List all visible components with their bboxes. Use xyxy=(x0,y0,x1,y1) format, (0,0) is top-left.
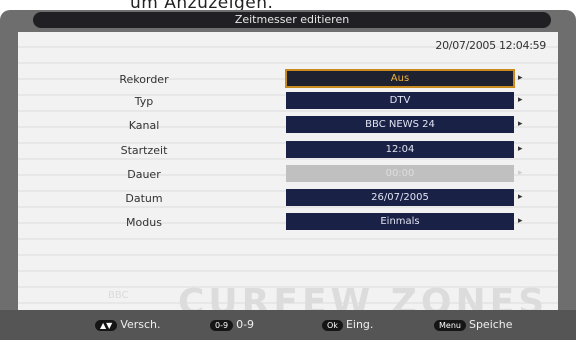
row-datum[interactable]: Datum 26/07/2005 ▸ xyxy=(18,189,558,209)
typ-label: Typ xyxy=(134,95,154,108)
hint-digits: 0-9 0-9 xyxy=(210,318,254,331)
hint-move-label: Versch. xyxy=(120,318,161,331)
modus-label: Modus xyxy=(126,216,162,229)
row-kanal[interactable]: Kanal BBC NEWS 24 ▸ xyxy=(18,116,558,136)
watermark-small: BBC xyxy=(108,290,129,301)
typ-value[interactable]: DTV xyxy=(286,92,514,109)
hint-menu-label: Speiche xyxy=(468,318,513,331)
timer-edit-panel: BBC CURFEW ZONES 20/07/2005 12:04:59 Rek… xyxy=(18,32,558,323)
right-arrow-icon[interactable]: ▸ xyxy=(518,95,523,105)
dauer-value: 00:00 xyxy=(286,165,514,182)
startzeit-label: Startzeit xyxy=(120,144,168,157)
hint-ok-label: Eing. xyxy=(345,318,374,331)
right-arrow-icon[interactable]: ▸ xyxy=(518,192,523,202)
page-title: Zeitmesser editieren xyxy=(234,13,350,26)
hint-menu: Menu Speiche xyxy=(434,318,513,331)
rekorder-label: Rekorder xyxy=(119,73,169,86)
tv-screen: Zeitmesser editieren BBC CURFEW ZONES 20… xyxy=(0,10,576,340)
kanal-value[interactable]: BBC NEWS 24 xyxy=(286,116,514,133)
hint-ok: Ok Eing. xyxy=(322,318,373,331)
right-arrow-icon[interactable]: ▸ xyxy=(518,216,523,226)
current-datetime: 20/07/2005 12:04:59 xyxy=(435,39,546,52)
modus-value[interactable]: Einmals xyxy=(286,213,514,230)
datum-label: Datum xyxy=(125,192,163,205)
startzeit-value[interactable]: 12:04 xyxy=(286,141,514,158)
right-arrow-icon[interactable]: ▸ xyxy=(518,73,523,83)
rekorder-value[interactable]: Aus xyxy=(285,69,515,88)
row-startzeit[interactable]: Startzeit 12:04 ▸ xyxy=(18,141,558,161)
digits-key-icon: 0-9 xyxy=(210,319,234,331)
menu-key-icon: Menu xyxy=(434,319,466,331)
ok-key-icon: Ok xyxy=(322,319,343,331)
footer-hints: ▲▼ Versch. 0-9 0-9 Ok Eing. Menu Speiche xyxy=(0,310,576,340)
right-arrow-icon: ▸ xyxy=(518,168,523,178)
row-dauer: Dauer 00:00 ▸ xyxy=(18,165,558,185)
row-typ[interactable]: Typ DTV ▸ xyxy=(18,92,558,112)
hint-move: ▲▼ Versch. xyxy=(95,318,161,331)
hint-digits-label: 0-9 xyxy=(236,318,255,331)
right-arrow-icon[interactable]: ▸ xyxy=(518,144,523,154)
row-rekorder[interactable]: Rekorder Aus ▸ xyxy=(18,69,558,90)
dauer-label: Dauer xyxy=(127,168,161,181)
right-arrow-icon[interactable]: ▸ xyxy=(518,119,523,129)
title-bar: Zeitmesser editieren xyxy=(33,12,551,28)
datum-value[interactable]: 26/07/2005 xyxy=(286,189,514,206)
up-down-key-icon: ▲▼ xyxy=(95,319,118,331)
kanal-label: Kanal xyxy=(128,119,160,132)
row-modus[interactable]: Modus Einmals ▸ xyxy=(18,213,558,233)
